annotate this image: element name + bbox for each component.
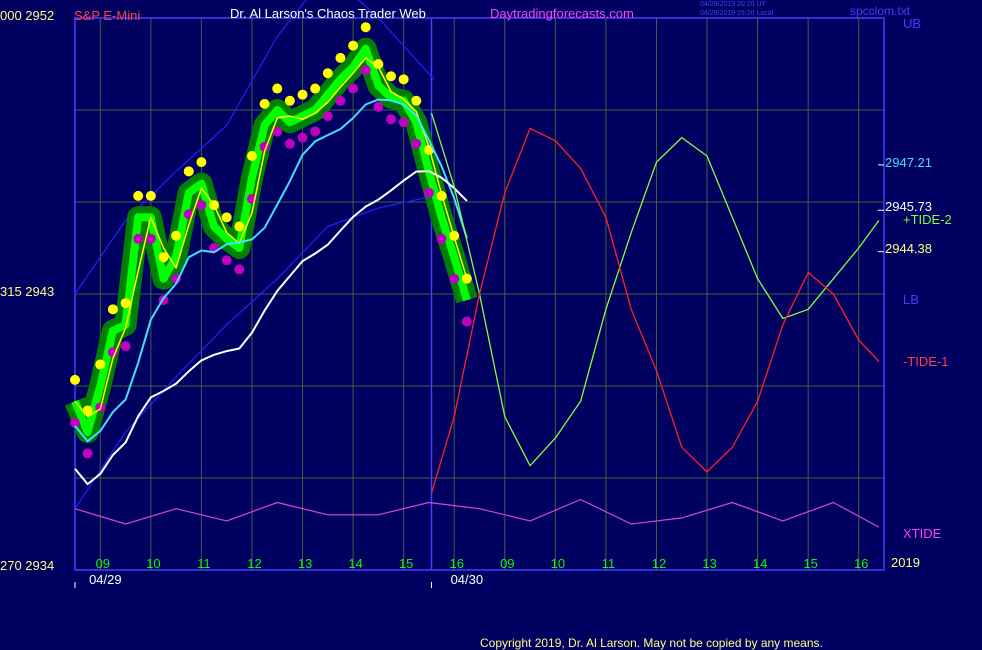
symbol-label: S&P E-Mini bbox=[74, 8, 141, 23]
price-high-point bbox=[297, 89, 308, 100]
x-tick-label: 14 bbox=[348, 556, 362, 571]
price-high-point bbox=[335, 52, 346, 63]
x-tick-label: 09 bbox=[96, 556, 110, 571]
price-high-point bbox=[272, 83, 283, 94]
price-high-point bbox=[107, 304, 118, 315]
price-high-point bbox=[171, 230, 182, 241]
lb-label: LB bbox=[903, 292, 919, 307]
x-tick-label: 15 bbox=[399, 556, 413, 571]
price-low-point bbox=[284, 138, 295, 149]
price-low-point bbox=[234, 264, 245, 275]
left-top-price: 000 2952 bbox=[0, 8, 55, 23]
price-high-point bbox=[360, 22, 371, 33]
left-bottom-price: 270 2934 bbox=[0, 558, 55, 573]
x-tick-label: 10 bbox=[551, 556, 565, 571]
tide2-label: +TIDE-2 bbox=[903, 212, 952, 227]
price-low-point bbox=[221, 255, 232, 266]
price-high-point bbox=[221, 212, 232, 223]
x-tick-label: 13 bbox=[298, 556, 312, 571]
x-tick-label: 12 bbox=[652, 556, 666, 571]
price-high-point bbox=[95, 359, 106, 370]
price-high-point bbox=[120, 298, 131, 309]
x-tick-label: 16 bbox=[854, 556, 868, 571]
x-tick-label: 09 bbox=[500, 556, 514, 571]
price-high-point bbox=[348, 40, 359, 51]
price-low-point bbox=[461, 316, 472, 327]
price-low-point bbox=[322, 111, 333, 122]
price-low-point bbox=[82, 448, 93, 459]
file-name: spcclom.txt bbox=[850, 4, 911, 18]
price-low-point bbox=[310, 126, 321, 137]
price-high-point bbox=[310, 83, 321, 94]
x-tick-label: 11 bbox=[197, 556, 211, 571]
timestamp-local: 04/29/2019 15:20 Local bbox=[700, 10, 774, 17]
left-mid-price: 315 2943 bbox=[0, 284, 55, 299]
price-low-point bbox=[360, 65, 371, 76]
x-tick-label: 15 bbox=[803, 556, 817, 571]
chart-canvas: 09 10 11 12 13 14 15 16 09 10 11 12 13 14 15 16 04/29 04/… bbox=[64, 0, 885, 588]
x-tick-label: 13 bbox=[702, 556, 716, 571]
x-tick-label: 12 bbox=[247, 556, 261, 571]
price-high-point bbox=[246, 151, 257, 161]
price-high-point bbox=[234, 221, 245, 232]
price-high-point bbox=[196, 157, 207, 168]
price-high-point bbox=[133, 190, 144, 201]
price-high-point bbox=[386, 71, 397, 82]
price-low-point bbox=[436, 233, 447, 244]
x-tick-label: 10 bbox=[146, 556, 160, 571]
tide-minus-line bbox=[430, 127, 880, 494]
date-label-0429: 04/29 bbox=[89, 572, 122, 587]
price-low-point bbox=[411, 138, 422, 149]
price-low-point bbox=[120, 341, 131, 352]
chart-title: Dr. Al Larson's Chaos Trader Web bbox=[230, 6, 426, 21]
price-low-point bbox=[386, 114, 397, 125]
price-high-point bbox=[70, 374, 80, 385]
year-label: 2019 bbox=[891, 555, 920, 570]
x-tick-label: 14 bbox=[753, 556, 767, 571]
price-low-point bbox=[373, 101, 384, 112]
price-high-point bbox=[322, 68, 333, 79]
price-high-point bbox=[145, 190, 156, 201]
price-low-point bbox=[196, 200, 207, 211]
tide1-label: -TIDE-1 bbox=[903, 354, 949, 369]
price-high-point bbox=[398, 74, 409, 85]
level-2944: 2944.38 bbox=[885, 241, 932, 256]
timestamp-ut: 04/29/2019 20:20 UT bbox=[700, 1, 766, 8]
level-2947: 2947.21 bbox=[885, 155, 932, 170]
xtide-line bbox=[74, 498, 880, 528]
price-low-point bbox=[133, 233, 144, 244]
price-low-point bbox=[335, 95, 346, 106]
date-label-0430: 04/30 bbox=[451, 572, 484, 587]
copyright: Copyright 2019, Dr. Al Larson. May not b… bbox=[480, 636, 823, 650]
price-high-point bbox=[183, 166, 194, 177]
tide-plus-line bbox=[430, 112, 880, 467]
price-low-point bbox=[449, 273, 460, 284]
ub-label: UB bbox=[903, 16, 922, 31]
price-high-point bbox=[284, 95, 295, 106]
price-low-point bbox=[297, 132, 308, 143]
price-high-point bbox=[259, 98, 270, 109]
price-low-point bbox=[398, 117, 409, 128]
site-name[interactable]: Daytradingforecasts.com bbox=[490, 6, 634, 21]
price-low-point bbox=[348, 83, 359, 94]
price-high-point bbox=[411, 95, 422, 106]
xtide-label: XTIDE bbox=[903, 526, 942, 541]
x-tick-label: 16 bbox=[450, 556, 464, 571]
x-tick-label: 11 bbox=[602, 556, 616, 571]
price-low-point bbox=[423, 187, 434, 198]
